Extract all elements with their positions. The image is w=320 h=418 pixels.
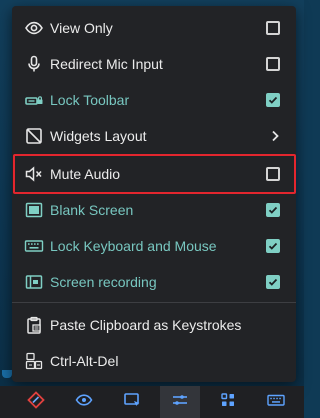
blank-screen-icon [24, 200, 44, 220]
widgets-layout-icon [24, 126, 44, 146]
menu-item-label: Redirect Mic Input [50, 56, 163, 72]
redirect-mic-checkbox[interactable] [266, 57, 280, 71]
chevron-right-icon [268, 129, 282, 143]
menu-item-label: Screen recording [50, 274, 157, 290]
eye-icon [24, 18, 44, 38]
menu-divider [12, 302, 296, 303]
lock-toolbar-checkbox[interactable] [266, 93, 280, 107]
sliders-icon [170, 390, 190, 415]
menu-item-label: View Only [50, 20, 113, 36]
screen-recording-checkbox[interactable] [266, 275, 280, 289]
keyboard-icon [266, 390, 286, 415]
clipboard-icon [24, 315, 44, 335]
menu-item-paste-clipboard[interactable]: Paste Clipboard as Keystrokes [12, 307, 296, 343]
lock-keyboard-mouse-checkbox[interactable] [266, 239, 280, 253]
menu-item-label: Blank Screen [50, 202, 134, 218]
menu-item-screen-recording[interactable]: Screen recording [12, 264, 296, 300]
microphone-icon [24, 54, 44, 74]
keyboard-icon [24, 236, 44, 256]
move-toolbar-button[interactable] [16, 386, 56, 418]
menu-item-label: Lock Toolbar [50, 92, 130, 108]
view-mode-button[interactable] [64, 386, 104, 418]
apps-grid-button[interactable] [208, 386, 248, 418]
menu-item-lock-toolbar[interactable]: Lock Toolbar [12, 82, 296, 118]
menu-item-label: Ctrl-Alt-Del [50, 353, 119, 369]
lock-toolbar-icon [24, 90, 44, 110]
taskbar-fragment [2, 370, 12, 378]
move-icon [26, 390, 46, 415]
selection-highlight [13, 154, 296, 194]
menu-item-ctrl-alt-del[interactable]: Ctrl-Alt-Del [12, 343, 296, 379]
ctrl-alt-del-icon [24, 351, 44, 371]
blank-screen-checkbox[interactable] [266, 203, 280, 217]
menu-item-label: Paste Clipboard as Keystrokes [50, 317, 242, 333]
menu-item-view-only[interactable]: View Only [12, 10, 296, 46]
view-only-checkbox[interactable] [266, 21, 280, 35]
menu-item-redirect-mic-input[interactable]: Redirect Mic Input [12, 46, 296, 82]
grid-icon [218, 390, 238, 415]
screen-record-icon [24, 272, 44, 292]
menu-item-blank-screen[interactable]: Blank Screen [12, 192, 296, 228]
menu-item-label: Widgets Layout [50, 128, 147, 144]
screen-cursor-button[interactable] [112, 386, 152, 418]
menu-item-lock-keyboard-and-mouse[interactable]: Lock Keyboard and Mouse [12, 228, 296, 264]
settings-sliders-button[interactable] [160, 386, 200, 418]
keyboard-button[interactable] [256, 386, 296, 418]
eye-icon [74, 390, 94, 415]
bottom-toolbar [0, 386, 304, 418]
session-options-menu: View Only Redirect Mic Input Lock Toolba… [12, 6, 296, 382]
screen-cursor-icon [122, 390, 142, 415]
menu-item-label: Lock Keyboard and Mouse [50, 238, 217, 254]
menu-item-widgets-layout[interactable]: Widgets Layout [12, 118, 296, 154]
